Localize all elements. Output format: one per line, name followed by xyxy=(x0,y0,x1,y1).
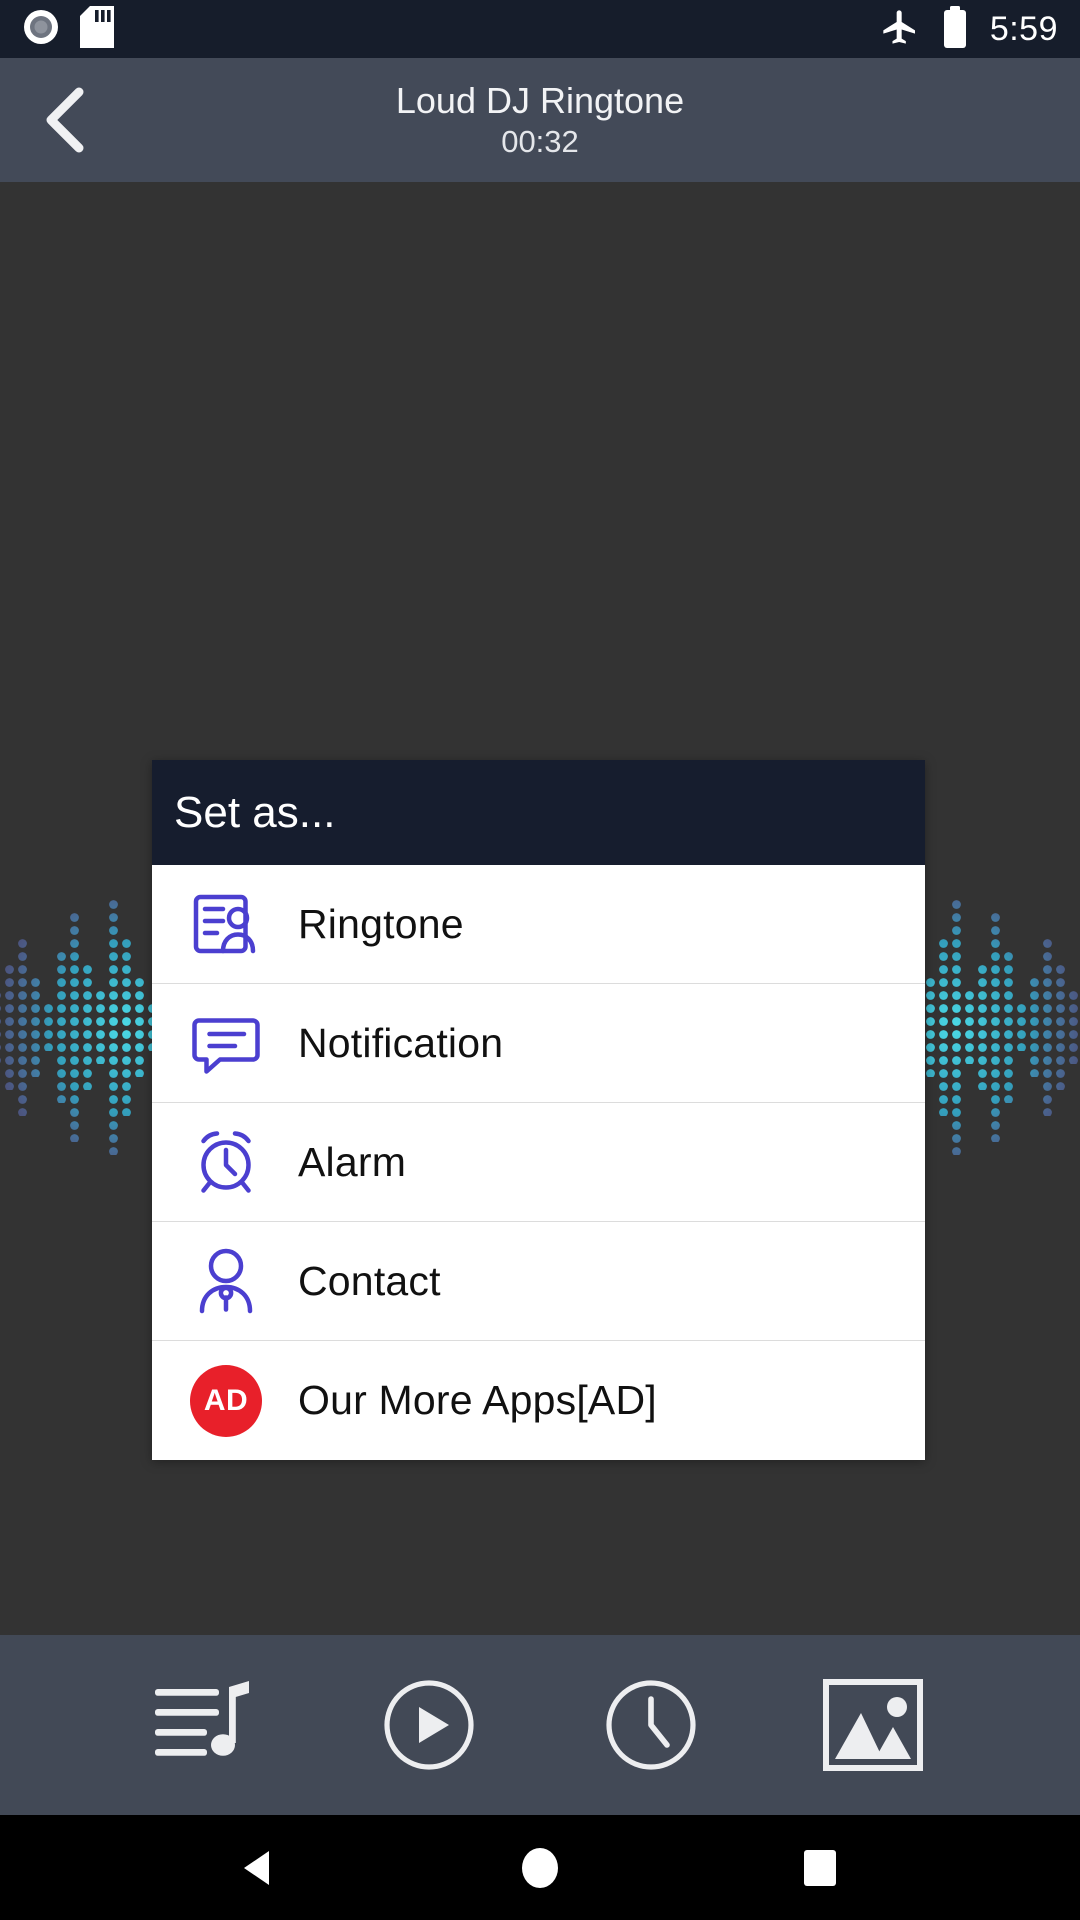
status-bar-clock: 5:59 xyxy=(989,9,1058,48)
dialog-item-contact[interactable]: Contact xyxy=(152,1222,925,1341)
toolbar-play-button[interactable] xyxy=(371,1667,487,1783)
contact-card-icon xyxy=(178,888,274,960)
dialog-title: Set as... xyxy=(174,787,336,837)
message-bubble-icon xyxy=(178,1007,274,1079)
track-duration: 00:32 xyxy=(501,123,579,159)
toolbar-gallery-button[interactable] xyxy=(815,1667,931,1783)
airplane-mode-icon xyxy=(880,7,920,52)
set-as-dialog: Set as... Ringtone Notification Alarm Co… xyxy=(152,760,925,1460)
playlist-music-icon xyxy=(155,1681,249,1756)
dialog-item-our-more-apps[interactable]: AD Our More Apps[AD] xyxy=(152,1341,925,1460)
dialog-item-label: Contact xyxy=(298,1257,441,1304)
dialog-options-list: Ringtone Notification Alarm Contact AD O… xyxy=(152,865,925,1460)
toolbar-playlist-button[interactable] xyxy=(149,1667,265,1783)
dialog-header: Set as... xyxy=(152,760,925,865)
status-bar: 5:59 xyxy=(0,0,1080,58)
gallery-image-icon xyxy=(823,1679,923,1771)
dialog-item-label: Notification xyxy=(298,1019,504,1066)
clock-icon xyxy=(606,1680,696,1770)
dialog-item-alarm[interactable]: Alarm xyxy=(152,1103,925,1222)
back-chevron-icon xyxy=(46,87,84,153)
back-button[interactable] xyxy=(30,83,104,157)
content-area: Set as... Ringtone Notification Alarm Co… xyxy=(0,182,1080,1635)
android-home-button[interactable] xyxy=(495,1823,585,1913)
page-title: Loud DJ Ringtone xyxy=(395,80,685,122)
dialog-item-notification[interactable]: Notification xyxy=(152,984,925,1103)
app-header: Loud DJ Ringtone 00:32 xyxy=(0,58,1080,182)
bottom-toolbar xyxy=(0,1635,1080,1815)
android-navigation-bar xyxy=(0,1815,1080,1920)
android-recents-button[interactable] xyxy=(775,1823,865,1913)
toolbar-recent-button[interactable] xyxy=(593,1667,709,1783)
phone-screen: 5:59 Loud DJ Ringtone 00:32 Set as... Ri… xyxy=(0,0,1080,1920)
screen-record-icon xyxy=(22,8,60,51)
android-home-icon xyxy=(522,1847,558,1888)
person-icon xyxy=(178,1245,274,1317)
dialog-item-label: Our More Apps[AD] xyxy=(298,1377,657,1423)
battery-icon xyxy=(942,5,968,53)
dialog-item-ringtone[interactable]: Ringtone xyxy=(152,865,925,984)
android-back-button[interactable] xyxy=(215,1823,305,1913)
status-bar-right-icons: 5:59 xyxy=(880,5,1058,53)
dialog-item-label: Ringtone xyxy=(298,900,464,947)
android-back-icon xyxy=(244,1850,269,1885)
ad-badge-label: AD xyxy=(190,1364,262,1437)
header-title-block: Loud DJ Ringtone 00:32 xyxy=(0,58,1080,182)
dialog-item-label: Alarm xyxy=(298,1138,407,1185)
alarm-clock-icon xyxy=(178,1126,274,1198)
status-bar-left-icons xyxy=(22,5,114,53)
android-recents-icon xyxy=(804,1849,836,1886)
sd-card-icon xyxy=(80,5,114,53)
ad-badge-icon: AD xyxy=(178,1364,274,1437)
play-circle-icon xyxy=(384,1680,474,1770)
